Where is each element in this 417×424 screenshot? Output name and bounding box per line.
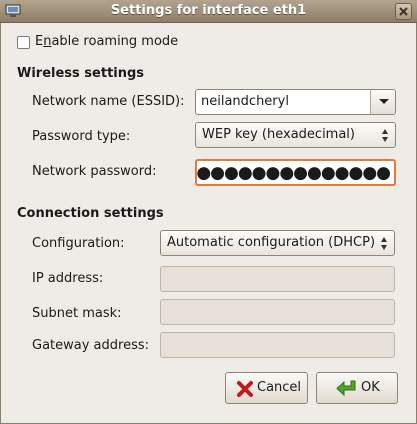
title-bar[interactable]: Settings for interface eth1 <box>0 0 417 23</box>
enable-roaming-checkbox[interactable] <box>17 36 30 49</box>
subnet-mask-label: Subnet mask: <box>32 306 122 321</box>
gateway-address-label: Gateway address: <box>32 338 150 353</box>
password-type-select[interactable]: WEP key (hexadecimal) <box>195 122 396 148</box>
window-title: Settings for interface eth1 <box>110 3 307 18</box>
ip-address-label: IP address: <box>32 271 104 286</box>
password-type-label: Password type: <box>32 129 131 144</box>
configuration-label: Configuration: <box>32 236 125 251</box>
cancel-button[interactable]: Cancel <box>225 372 308 404</box>
subnet-mask-input[interactable] <box>160 299 395 325</box>
enable-roaming-label[interactable]: Enable roaming mode <box>35 34 178 49</box>
updown-arrows-icon <box>381 237 388 251</box>
ip-address-input[interactable] <box>160 266 395 292</box>
network-name-combo[interactable]: neilandcheryl <box>195 89 396 115</box>
network-password-input[interactable]: ●●●●●●●●●●●●●●●●●●●● <box>195 159 396 186</box>
updown-arrows-icon <box>382 129 389 143</box>
network-name-dropdown-button[interactable] <box>370 90 395 114</box>
network-password-label: Network password: <box>32 164 157 179</box>
network-name-label: Network name (ESSID): <box>32 94 185 109</box>
ok-label: OK <box>361 380 380 395</box>
wireless-settings-heading: Wireless settings <box>17 66 145 81</box>
password-type-value: WEP key (hexadecimal) <box>202 127 355 142</box>
gateway-address-input[interactable] <box>160 332 395 358</box>
network-password-value: ●●●●●●●●●●●●●●●●●●●● <box>196 163 391 183</box>
ok-arrow-icon <box>336 380 356 397</box>
configuration-value: Automatic configuration (DHCP) <box>167 235 376 250</box>
network-name-value[interactable]: neilandcheryl <box>201 94 289 109</box>
cancel-label: Cancel <box>257 380 302 395</box>
cancel-icon <box>237 381 253 397</box>
configuration-select[interactable]: Automatic configuration (DHCP) <box>160 230 395 256</box>
ok-button[interactable]: OK <box>316 372 398 404</box>
close-button[interactable] <box>395 3 412 20</box>
window-frame <box>0 23 417 424</box>
connection-settings-heading: Connection settings <box>17 206 164 221</box>
chevron-down-icon <box>379 99 389 104</box>
close-icon <box>399 7 408 16</box>
